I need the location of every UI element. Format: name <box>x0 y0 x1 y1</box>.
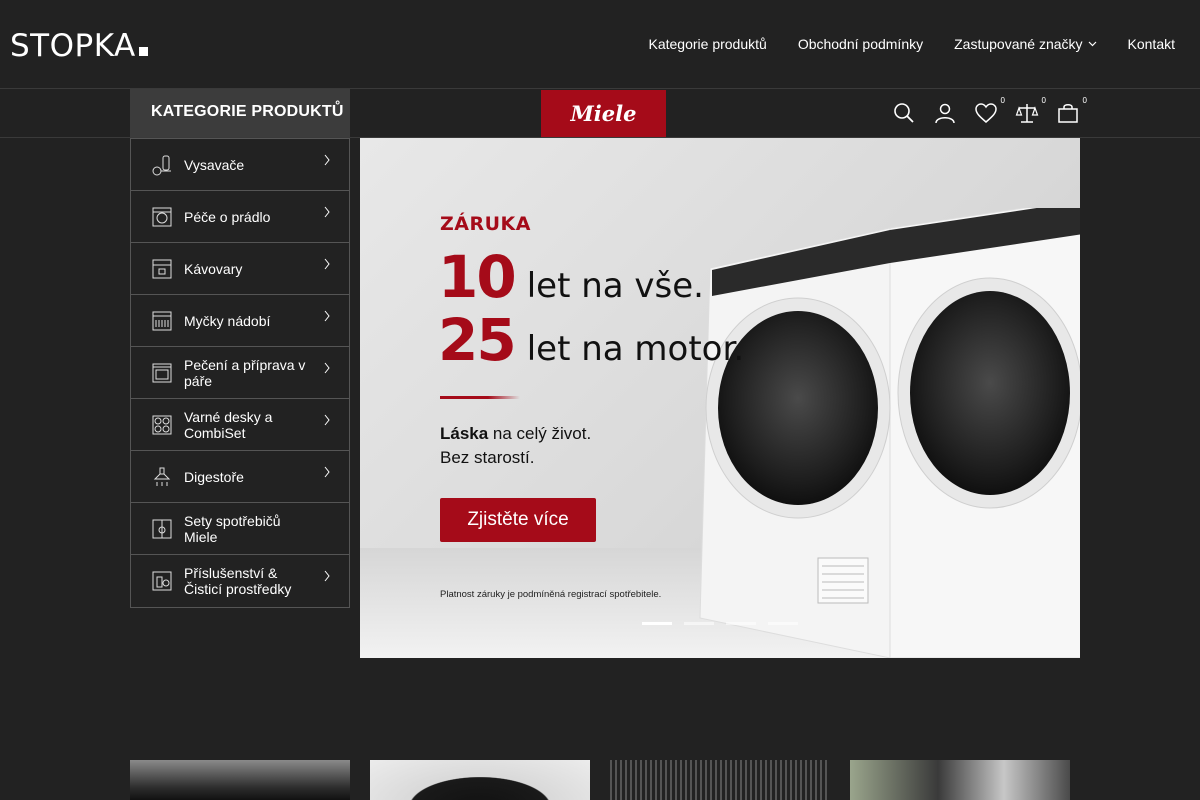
washing-machines-image <box>699 208 1080 658</box>
hero-motor-text: let na motor. <box>526 329 745 369</box>
hero-disclaimer: Platnost záruky je podmíněná registrací … <box>440 589 662 600</box>
site-logo[interactable]: STOPKA <box>10 28 148 64</box>
user-icon[interactable] <box>933 101 957 125</box>
hero-divider <box>440 396 520 399</box>
appliance-set-icon <box>152 519 172 538</box>
sidebar-item-ovens[interactable]: Pečení a příprava v páře <box>131 347 349 399</box>
chevron-right-icon <box>324 154 330 166</box>
accessories-icon <box>152 571 172 591</box>
promo-tile[interactable] <box>130 760 350 800</box>
chevron-right-icon <box>324 466 330 478</box>
nav-link-contact[interactable]: Kontakt <box>1128 36 1175 52</box>
hero-headline-line1: 10 let na vše. <box>438 243 704 311</box>
category-sidebar: Vysavače Péče o prádlo Kávovary Myčky ná… <box>130 138 350 608</box>
hero-tagline: Láska na celý život. Bez starostí. <box>440 424 592 467</box>
sidebar-item-hoods[interactable]: Digestoře <box>131 451 349 503</box>
page: STOPKA Kategorie produktů Obchodní podmí… <box>0 0 1200 800</box>
promo-tile[interactable] <box>610 760 830 800</box>
wishlist-count-badge: 0 <box>1000 96 1005 105</box>
washing-machine-icon <box>152 207 172 226</box>
sidebar-item-accessories[interactable]: Příslušenství & Čisticí prostředky <box>131 555 349 607</box>
search-icon[interactable] <box>892 101 916 125</box>
sidebar-item-hobs[interactable]: Varné desky a CombiSet <box>131 399 349 451</box>
sidebar-item-label: Pečení a příprava v páře <box>184 356 306 389</box>
promo-tile[interactable] <box>850 760 1070 800</box>
hero-kicker: ZÁRUKA <box>440 213 531 235</box>
wishlist-icon[interactable]: 0 <box>974 96 1005 125</box>
carousel-dot[interactable] <box>684 622 714 625</box>
sidebar-item-label: Příslušenství & Čisticí prostředky <box>184 565 292 597</box>
hero-banner[interactable]: ZÁRUKA 10 let na vše. 25 let na motor. L… <box>360 138 1080 658</box>
top-header: STOPKA Kategorie produktů Obchodní podmí… <box>0 0 1200 89</box>
nav-link-categories[interactable]: Kategorie produktů <box>649 36 767 52</box>
sidebar-item-appliance-sets[interactable]: Sety spotřebičů Miele <box>131 503 349 555</box>
categories-button[interactable]: KATEGORIE PRODUKTŮ <box>130 89 350 137</box>
carousel-dot[interactable] <box>726 622 756 625</box>
promo-tile[interactable] <box>370 760 590 800</box>
hero-headline-line2: 25 let na motor. <box>438 306 744 374</box>
sidebar-item-label: Myčky nádobí <box>184 312 271 329</box>
sidebar-item-label: Sety spotřebičů Miele <box>184 512 281 545</box>
chevron-right-icon <box>324 570 330 582</box>
carousel-dot[interactable] <box>642 622 672 625</box>
nav-link-brands[interactable]: Zastupované značky <box>954 36 1096 52</box>
sidebar-item-dishwashers[interactable]: Myčky nádobí <box>131 295 349 347</box>
chevron-down-icon <box>1088 41 1096 47</box>
sidebar-item-vacuums[interactable]: Vysavače <box>131 139 349 191</box>
chevron-right-icon <box>324 258 330 270</box>
sidebar-item-label: Varné desky a CombiSet <box>184 408 273 441</box>
compare-count-badge: 0 <box>1041 96 1046 105</box>
cart-icon[interactable]: 0 <box>1056 96 1087 125</box>
hob-icon <box>152 415 172 434</box>
vacuum-icon <box>152 155 171 175</box>
compare-icon[interactable]: 0 <box>1015 96 1046 125</box>
sidebar-item-label: Péče o prádlo <box>184 208 271 225</box>
chevron-right-icon <box>324 414 330 426</box>
cart-count-badge: 0 <box>1082 96 1087 105</box>
dishwasher-icon <box>152 311 172 330</box>
chevron-right-icon <box>324 362 330 374</box>
chevron-right-icon <box>324 310 330 322</box>
coffee-machine-icon <box>152 259 172 278</box>
carousel-dot[interactable] <box>768 622 798 625</box>
sub-header: KATEGORIE PRODUKTŮ Miele 0 0 0 <box>0 89 1200 138</box>
promo-tiles <box>130 760 1070 800</box>
nav-link-terms[interactable]: Obchodní podmínky <box>798 36 923 52</box>
carousel-pagination <box>642 622 798 625</box>
learn-more-button[interactable]: Zjistěte více <box>440 498 596 542</box>
sidebar-item-laundry[interactable]: Péče o prádlo <box>131 191 349 243</box>
oven-icon <box>152 363 172 382</box>
sidebar-item-label: Vysavače <box>184 156 245 173</box>
hero-warranty-text: let na vše. <box>526 266 704 306</box>
sidebar-item-label: Kávovary <box>184 260 243 277</box>
hero-warranty-years: 10 <box>438 243 517 311</box>
brand-logo[interactable]: Miele <box>541 90 666 137</box>
header-icons: 0 0 0 <box>892 96 1087 125</box>
main-nav: Kategorie produktů Obchodní podmínky Zas… <box>649 36 1176 52</box>
chevron-right-icon <box>324 206 330 218</box>
sidebar-item-coffee[interactable]: Kávovary <box>131 243 349 295</box>
sidebar-item-label: Digestoře <box>184 468 244 485</box>
hood-icon <box>153 467 171 486</box>
hero-motor-years: 25 <box>438 306 517 374</box>
